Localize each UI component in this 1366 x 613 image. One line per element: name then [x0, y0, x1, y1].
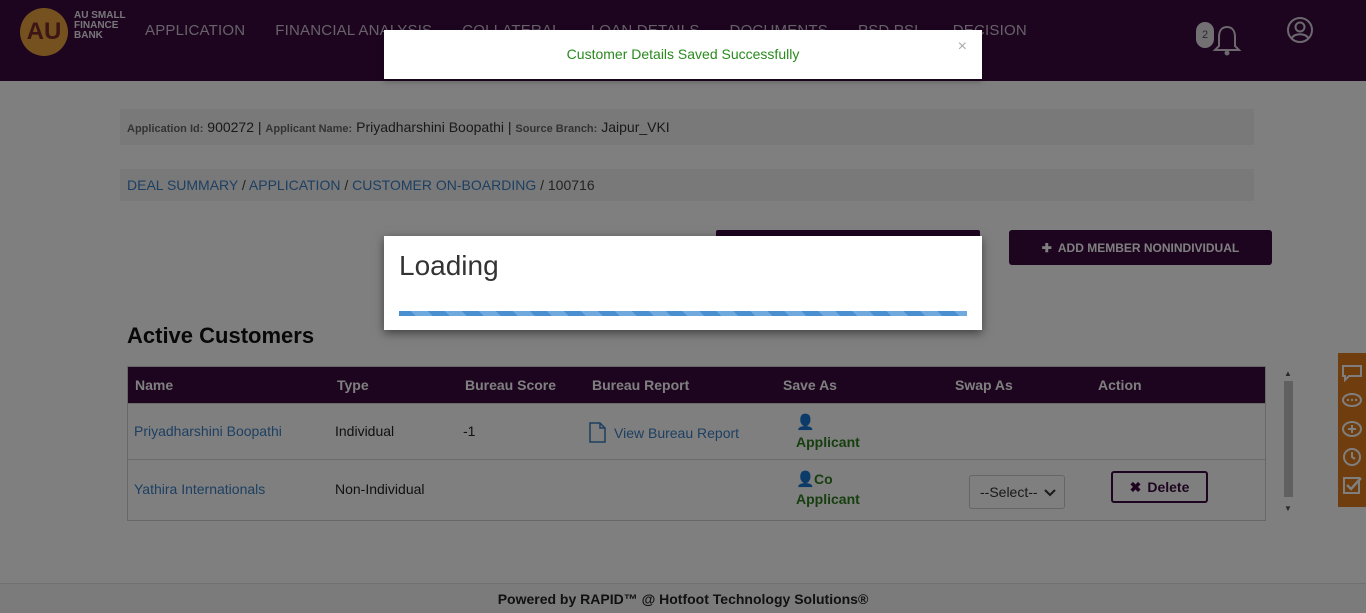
progress-fill	[399, 311, 967, 316]
loading-progress-bar	[399, 311, 967, 316]
loading-dialog: Loading	[384, 236, 982, 330]
success-toast: Customer Details Saved Successfully ×	[384, 30, 982, 79]
close-icon[interactable]: ×	[958, 38, 967, 56]
toast-message: Customer Details Saved Successfully	[566, 46, 800, 62]
loading-title: Loading	[399, 250, 499, 281]
